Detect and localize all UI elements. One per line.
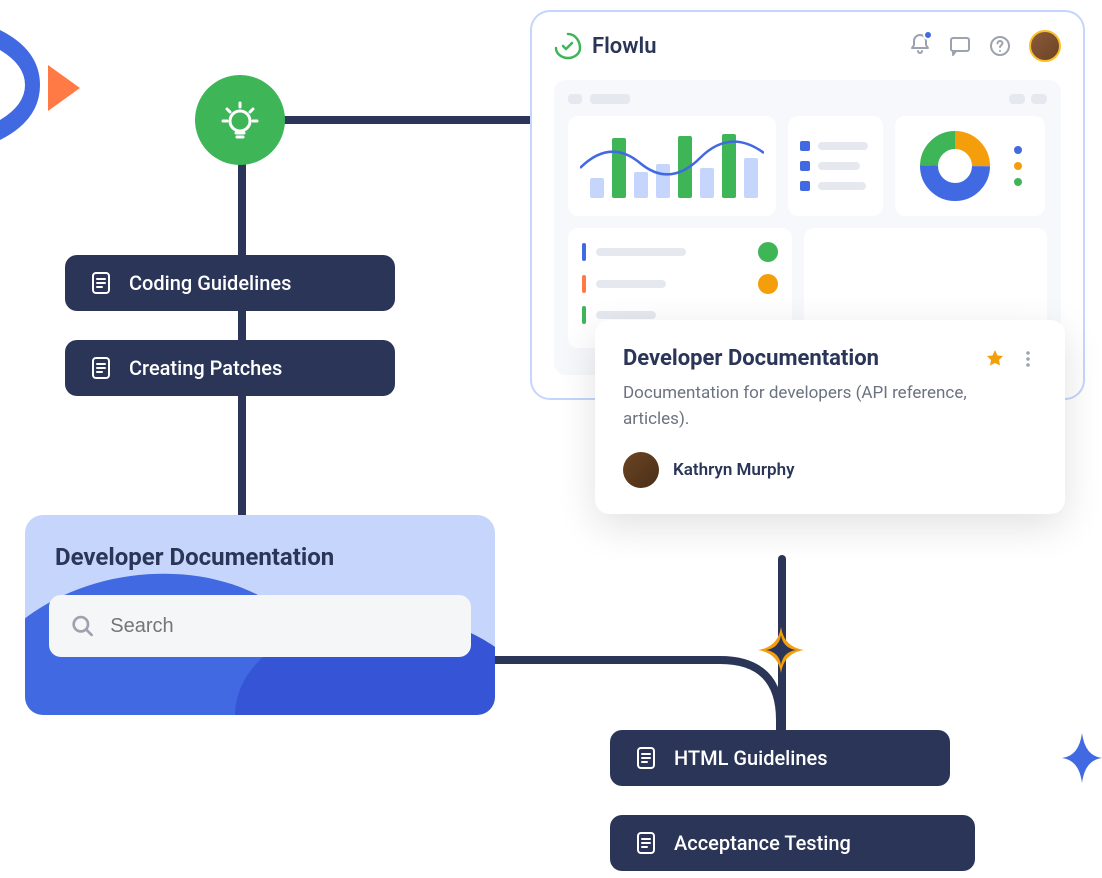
document-icon [634, 746, 658, 770]
more-icon[interactable] [1019, 350, 1037, 368]
doc-card-description: Documentation for developers (API refere… [623, 381, 1037, 432]
help-icon[interactable] [989, 35, 1011, 57]
doc-card[interactable]: Developer Documentation Documentation fo… [595, 320, 1065, 514]
user-avatar[interactable] [1029, 30, 1061, 62]
topic-chip-html-guidelines[interactable]: HTML Guidelines [610, 730, 950, 786]
connector-line [238, 120, 246, 520]
brand-name: Flowlu [592, 34, 657, 59]
search-box[interactable] [49, 595, 471, 657]
header-actions [909, 30, 1061, 62]
chip-label: Coding Guidelines [129, 271, 291, 295]
chip-label: Acceptance Testing [674, 831, 851, 855]
topic-chip-coding-guidelines[interactable]: Coding Guidelines [65, 255, 395, 311]
document-icon [89, 356, 113, 380]
widget-list[interactable] [788, 116, 883, 216]
doc-card-title: Developer Documentation [623, 346, 879, 371]
connector-line [280, 116, 540, 124]
widget-chart[interactable] [568, 116, 776, 216]
brand: Flowlu [554, 32, 657, 60]
search-icon [71, 613, 94, 639]
idea-bubble [195, 75, 285, 165]
decorative-arrow-icon [0, 30, 90, 140]
author-avatar[interactable] [623, 452, 659, 488]
search-panel-title: Developer Documentation [25, 515, 495, 571]
document-icon [89, 271, 113, 295]
chat-icon[interactable] [949, 35, 971, 57]
brand-logo-icon [554, 32, 582, 60]
notification-dot-icon [923, 30, 933, 40]
search-input[interactable] [110, 615, 449, 638]
search-panel: Developer Documentation [25, 515, 495, 715]
notifications-button[interactable] [909, 33, 931, 59]
chip-label: Creating Patches [129, 356, 282, 380]
window-header: Flowlu [554, 30, 1061, 62]
document-icon [634, 831, 658, 855]
sparkle-icon [756, 625, 806, 675]
chip-label: HTML Guidelines [674, 746, 828, 770]
author-name: Kathryn Murphy [673, 460, 795, 480]
lightbulb-icon [217, 97, 263, 143]
widget-donut[interactable] [895, 116, 1045, 216]
topic-chip-creating-patches[interactable]: Creating Patches [65, 340, 395, 396]
doc-author: Kathryn Murphy [623, 452, 1037, 488]
topic-chip-acceptance-testing[interactable]: Acceptance Testing [610, 815, 975, 871]
sparkle-icon [1052, 728, 1102, 788]
star-icon[interactable] [985, 349, 1005, 369]
